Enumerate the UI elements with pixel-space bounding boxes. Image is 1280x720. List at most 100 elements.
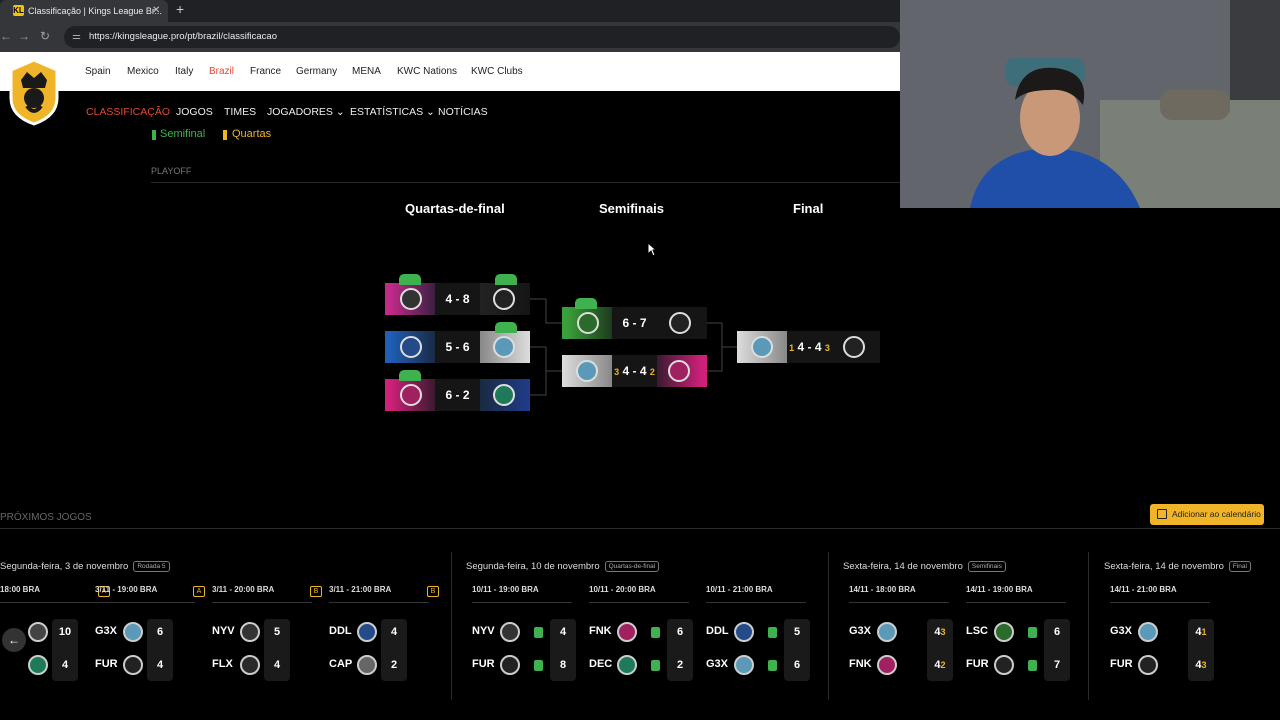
home-team-abbr: FNK (589, 625, 612, 637)
forward-icon[interactable]: → (18, 29, 30, 43)
legend-semifinal: Semifinal (160, 128, 206, 140)
home-crest-icon (877, 622, 897, 642)
new-tab-icon[interactable]: + (176, 1, 184, 17)
final-penalty-left: 1 (789, 343, 795, 353)
g3x-crest-icon (576, 360, 598, 382)
back-icon[interactable]: ← (0, 29, 12, 43)
game-card[interactable]: 14/11 - 19:00 BRA LSC FUR 6 7 (966, 585, 1076, 685)
day-label: Sexta-feira, 14 de novembro (843, 561, 963, 573)
nav-times[interactable]: TIMES (224, 106, 256, 118)
final-match[interactable]: 1 4 - 4 3 (737, 331, 880, 363)
team-badge-icon (1028, 627, 1037, 638)
league-link-germany[interactable]: Germany (296, 66, 337, 77)
away-crest-icon (617, 655, 637, 675)
away-team-abbr: FNK (849, 658, 872, 670)
away-score: 2 (667, 659, 693, 671)
game-card[interactable]: 3/11 - 21:00 BRA B DDL CAP 4 2 (329, 585, 439, 685)
home-score: 5 (264, 626, 290, 638)
away-crest-icon (1138, 655, 1158, 675)
address-bar[interactable]: ⚌ https://kingsleague.pro/pt/brazil/clas… (64, 26, 900, 48)
game-underline (1110, 602, 1210, 603)
kings-league-logo[interactable] (7, 58, 61, 126)
team-badge-icon (651, 660, 660, 671)
home-score: 4 (381, 626, 407, 638)
away-crest-icon (357, 655, 377, 675)
qf1-match[interactable]: 4 - 8 (385, 283, 530, 315)
add-to-calendar-label: Adicionar ao calendário (1172, 509, 1261, 519)
close-tab-icon[interactable]: ✕ (152, 3, 160, 19)
home-crest-icon (1138, 622, 1158, 642)
away-penalty: 2 (940, 660, 946, 670)
away-team-abbr: FUR (1110, 658, 1133, 670)
away-team-abbr: FLX (212, 658, 233, 670)
browser-tab[interactable]: KL Classificação | Kings League Br... ✕ (0, 0, 168, 22)
upcoming-divider (0, 528, 1280, 529)
nav-jogadores[interactable]: JOGADORES ⌄ (267, 106, 345, 118)
away-crest-icon (877, 655, 897, 675)
qf3-match[interactable]: 6 - 2 (385, 379, 530, 411)
game-card[interactable]: 14/11 - 18:00 BRA G3X FNK 43 42 (849, 585, 959, 685)
fur-crest-icon (843, 336, 865, 358)
home-score: 10 (52, 626, 78, 638)
sf1-match[interactable]: 6 - 7 (562, 307, 707, 339)
quartas-swatch (223, 130, 227, 140)
site-info-icon[interactable]: ⚌ (72, 26, 81, 48)
game-underline (706, 602, 806, 603)
away-score-value: 2 (390, 659, 398, 671)
home-team-abbr: LSC (966, 625, 988, 637)
home-score: 43 (927, 626, 953, 638)
home-score: 6 (1044, 626, 1070, 638)
game-underline (329, 602, 429, 603)
game-underline (589, 602, 689, 603)
league-link-mexico[interactable]: Mexico (127, 66, 159, 77)
game-card[interactable]: 3/11 - 20:00 BRA B NYV FLX 5 4 (212, 585, 322, 685)
league-link-france[interactable]: France (250, 66, 281, 77)
home-team-abbr: G3X (95, 625, 118, 637)
league-link-spain[interactable]: Spain (85, 66, 111, 77)
game-underline (849, 602, 949, 603)
team-badge-icon (768, 627, 777, 638)
final-score: 4 - 4 (797, 340, 822, 354)
reload-icon[interactable]: ↻ (40, 29, 50, 43)
day-label: Segunda-feira, 10 de novembro (466, 561, 600, 573)
nav-jogos[interactable]: JOGOS (176, 106, 213, 118)
webcam-person-image (900, 0, 1280, 208)
final-score-wrapper: 1 4 - 4 3 (787, 331, 832, 363)
game-card[interactable]: 3/11 - 19:00 BRA A G3X FUR 6 4 (95, 585, 205, 685)
nav-classificacao[interactable]: CLASSIFICAÇÃO (86, 106, 170, 118)
home-score: 6 (667, 626, 693, 638)
home-team-abbr: G3X (849, 625, 872, 637)
fur-crest-icon (493, 288, 515, 310)
away-crest-icon (123, 655, 143, 675)
league-link-mena[interactable]: MENA (352, 66, 381, 77)
game-underline (966, 602, 1066, 603)
league-link-italy[interactable]: Italy (175, 66, 193, 77)
away-score: 4 (52, 659, 78, 671)
add-to-calendar-button[interactable]: Adicionar ao calendário (1150, 504, 1264, 525)
qf3-score: 6 - 2 (445, 388, 470, 402)
game-card[interactable]: 14/11 - 21:00 BRA G3X FUR 41 43 (1110, 585, 1220, 685)
previous-arrow-button[interactable]: ← (2, 628, 26, 652)
day-header: Sexta-feira, 14 de novembro Semifinais (843, 561, 1006, 572)
game-card[interactable]: 10/11 - 20:00 BRA FNK DEC 6 2 (589, 585, 699, 685)
game-card[interactable]: 10/11 - 21:00 BRA DDL G3X 5 6 (706, 585, 816, 685)
sf2-match[interactable]: 3 4 - 4 2 (562, 355, 707, 387)
game-time: 3/11 - 20:00 BRA (212, 585, 275, 594)
away-crest-icon (500, 655, 520, 675)
group-badge: B (427, 586, 439, 597)
league-link-brazil[interactable]: Brazil (209, 66, 234, 77)
qf2-score: 5 - 6 (445, 340, 470, 354)
away-team-abbr: FUR (95, 658, 118, 670)
day-label: Segunda-feira, 3 de novembro (0, 561, 129, 573)
game-underline (212, 602, 312, 603)
nav-estatisticas[interactable]: ESTATÍSTICAS ⌄ (350, 106, 435, 118)
home-score-value: 4 (390, 626, 398, 638)
league-link-kwc-clubs[interactable]: KWC Clubs (471, 66, 523, 77)
league-link-kwc-nations[interactable]: KWC Nations (397, 66, 457, 77)
qf2-match[interactable]: 5 - 6 (385, 331, 530, 363)
nav-noticias[interactable]: NOTÍCIAS (438, 106, 488, 118)
dec-crest-icon (493, 384, 515, 406)
game-card[interactable]: 10/11 - 19:00 BRA NYV FUR 4 8 (472, 585, 582, 685)
game-time: 14/11 - 18:00 BRA (849, 585, 916, 594)
day-divider (828, 552, 829, 700)
